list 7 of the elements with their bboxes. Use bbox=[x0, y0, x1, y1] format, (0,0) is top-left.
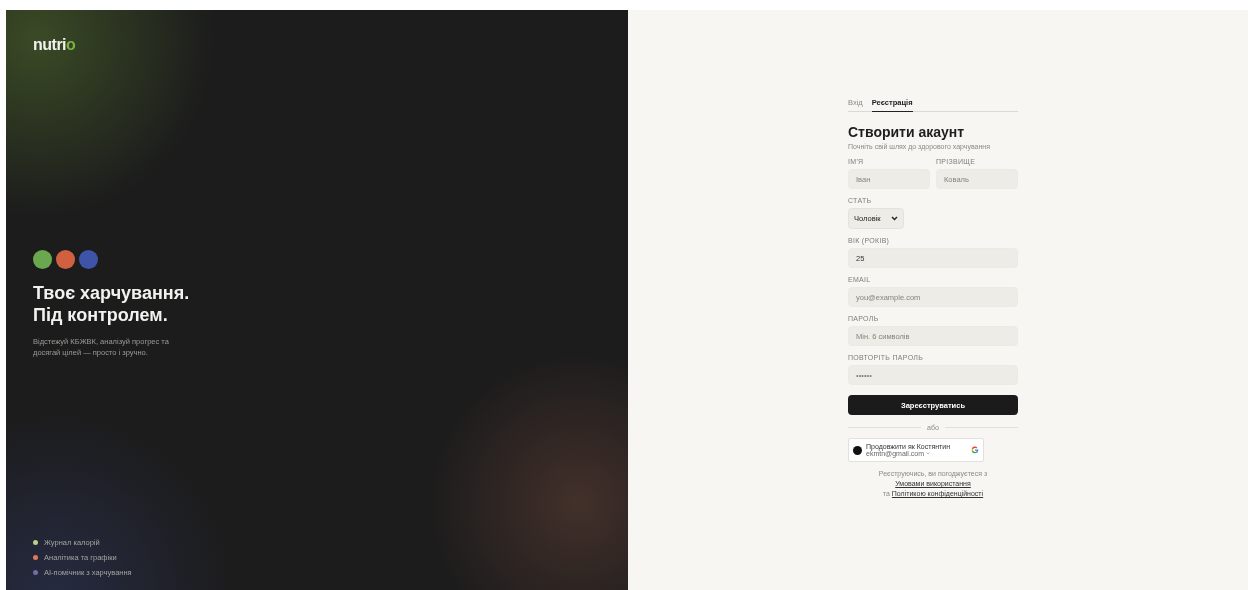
form-title: Створити акаунт bbox=[848, 124, 966, 140]
google-g-icon bbox=[971, 446, 979, 454]
hero-title: Твоє харчування. Під контролем. bbox=[33, 282, 191, 326]
avatar-icon bbox=[853, 445, 862, 455]
caret-icon bbox=[926, 452, 931, 455]
chevron-down-icon bbox=[891, 216, 898, 221]
logo: nutrio bbox=[33, 36, 77, 54]
